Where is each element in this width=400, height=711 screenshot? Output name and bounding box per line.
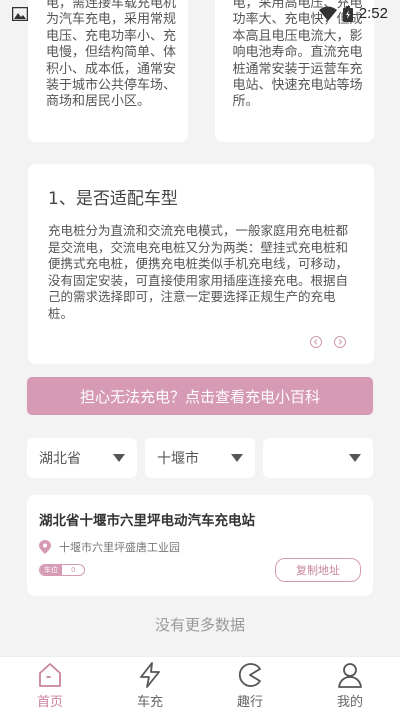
top-card-left-text: 电，需连接车载充电机为汽车充电，采用常规电压、充电功率小、充电慢，但结构简单、体…	[46, 0, 177, 110]
info-title: 1、是否适配车型	[48, 189, 178, 209]
tab-charging[interactable]: 车充	[100, 657, 200, 711]
top-card-left: 电，需连接车载充电机为汽车充电，采用常规电压、充电功率小、充电慢，但结构简单、体…	[28, 0, 188, 142]
tab-travel-label: 趣行	[236, 695, 263, 710]
copy-address-button[interactable]: 复制地址	[275, 558, 361, 582]
user-icon	[338, 663, 362, 688]
banner-label: 担心无法充电？点击查看充电小百科	[79, 387, 320, 406]
tab-charging-label: 车充	[136, 695, 163, 710]
district-select[interactable]	[263, 438, 373, 478]
city-select[interactable]: 十堰市	[145, 438, 255, 478]
carousel-indicators	[310, 336, 346, 348]
province-value: 湖北省	[39, 451, 81, 467]
dropdown-arrow-icon	[113, 454, 125, 462]
parking-badge-count: 0	[71, 566, 76, 574]
image-icon	[12, 7, 28, 21]
parking-badge-label: 车位	[40, 565, 62, 575]
home-icon	[39, 663, 61, 687]
station-address: 十堰市六里坪盛唐工业园	[59, 541, 180, 554]
dropdown-arrow-icon	[231, 454, 243, 462]
city-value: 十堰市	[157, 451, 199, 467]
pacman-icon	[238, 663, 261, 687]
prev-icon[interactable]	[310, 336, 322, 348]
tab-profile-label: 我的	[336, 695, 363, 710]
info-card[interactable]: 1、是否适配车型 充电桩分为直流和交流充电模式，一般家庭用充电桩都是交流电，交流…	[28, 164, 374, 364]
tab-home[interactable]: 首页	[0, 657, 100, 711]
parking-badge: 车位 0	[39, 564, 86, 576]
station-name: 湖北省十堰市六里坪电动汽车充电站	[39, 513, 255, 529]
region-filters: 湖北省 十堰市	[27, 438, 373, 478]
lightning-icon	[140, 662, 160, 688]
tab-home-label: 首页	[36, 695, 63, 710]
top-card-right-text: 电，采用高电压、充电功率大、充电快，但成本高且电压电流大，影响电池寿命。直流充电…	[232, 0, 363, 110]
station-address-row: 十堰市六里坪盛唐工业园	[39, 539, 361, 555]
location-pin-icon	[39, 540, 51, 554]
tab-profile[interactable]: 我的	[300, 657, 400, 711]
dropdown-arrow-icon	[349, 454, 361, 462]
charging-guide-banner[interactable]: 担心无法充电？点击查看充电小百科	[27, 377, 373, 415]
province-select[interactable]: 湖北省	[27, 438, 137, 478]
top-card-right: 电，采用高电压、充电功率大、充电快，但成本高且电压电流大，影响电池寿命。直流充电…	[214, 0, 374, 142]
top-cards: 电，需连接车载充电机为汽车充电，采用常规电压、充电功率小、充电慢，但结构简单、体…	[28, 0, 374, 142]
station-card[interactable]: 湖北省十堰市六里坪电动汽车充电站 十堰市六里坪盛唐工业园 车位 0 复制地址	[27, 495, 373, 596]
info-body: 充电桩分为直流和交流充电模式，一般家庭用充电桩都是交流电，交流电充电桩又分为两类…	[48, 223, 349, 321]
station-actions: 车位 0 复制地址	[39, 558, 361, 582]
tab-travel[interactable]: 趣行	[200, 657, 300, 711]
next-icon[interactable]	[334, 336, 346, 348]
no-more-data: 没有更多数据	[154, 616, 245, 634]
bottom-tab-bar: 首页 车充 趣行 我的	[0, 656, 400, 711]
